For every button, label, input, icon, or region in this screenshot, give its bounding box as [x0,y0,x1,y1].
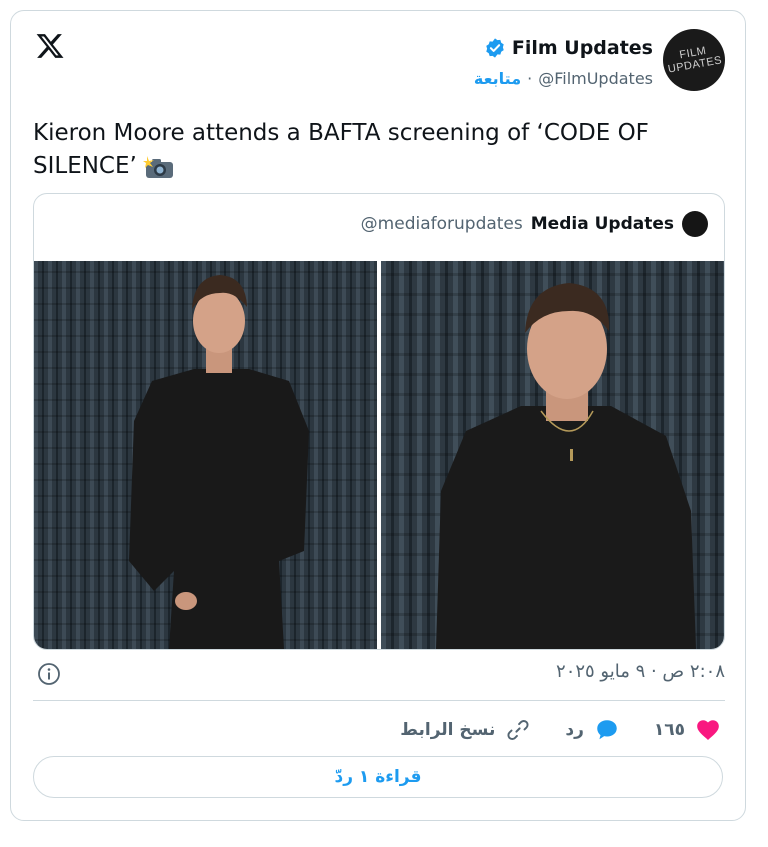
author-avatar[interactable]: FILM UPDATES [663,29,725,91]
avatar-logo-text: FILM UPDATES [667,44,723,76]
camera-flash-icon [142,155,173,178]
reply-bubble-icon [597,720,617,740]
tweet-card: FILM UPDATES Film Updates متابعة · @Film… [10,10,746,821]
read-replies-button[interactable]: قراءة ١ ردّ [33,756,723,798]
author-name-row[interactable]: Film Updates [484,35,653,61]
quoted-author-avatar [682,211,708,237]
quoted-tweet-header: @mediaforupdates Media Updates [361,210,708,238]
divider [33,700,725,701]
author-handle-row: متابعة · @FilmUpdates [474,67,653,89]
photo-1[interactable] [34,261,377,649]
x-logo-icon[interactable] [35,31,65,61]
link-icon [507,720,529,740]
reply-button[interactable]: رد [565,717,620,743]
like-button[interactable]: ١٦٥ [654,717,721,743]
reply-label: رد [565,720,584,740]
photo-2-image [381,261,724,649]
action-bar: ١٦٥ رد نسخ الرابط [400,715,721,745]
photo-grid [34,261,724,649]
quoted-author-handle: @mediaforupdates [360,214,523,234]
author-display-name[interactable]: Film Updates [512,37,653,59]
author-handle[interactable]: @FilmUpdates [538,69,653,88]
tweet-text: Kieron Moore attends a BAFTA screening o… [33,117,723,183]
info-icon[interactable] [37,662,61,686]
separator-dot: · [527,68,533,88]
photo-1-image [34,261,377,649]
follow-button[interactable]: متابعة [474,69,521,88]
copy-link-button[interactable]: نسخ الرابط [400,717,531,743]
verified-badge-icon [486,38,504,58]
tweet-text-content: Kieron Moore attends a BAFTA screening o… [33,120,649,179]
like-count: ١٦٥ [653,720,685,740]
copy-link-label: نسخ الرابط [400,720,496,740]
quoted-tweet[interactable]: @mediaforupdates Media Updates [33,193,725,650]
heart-icon [697,720,719,740]
photo-2[interactable] [381,261,724,649]
quoted-author-name: Media Updates [530,214,674,234]
tweet-timestamp[interactable]: ٢:٠٨ ص · ٩ مايو ٢٠٢٥ [556,661,725,682]
